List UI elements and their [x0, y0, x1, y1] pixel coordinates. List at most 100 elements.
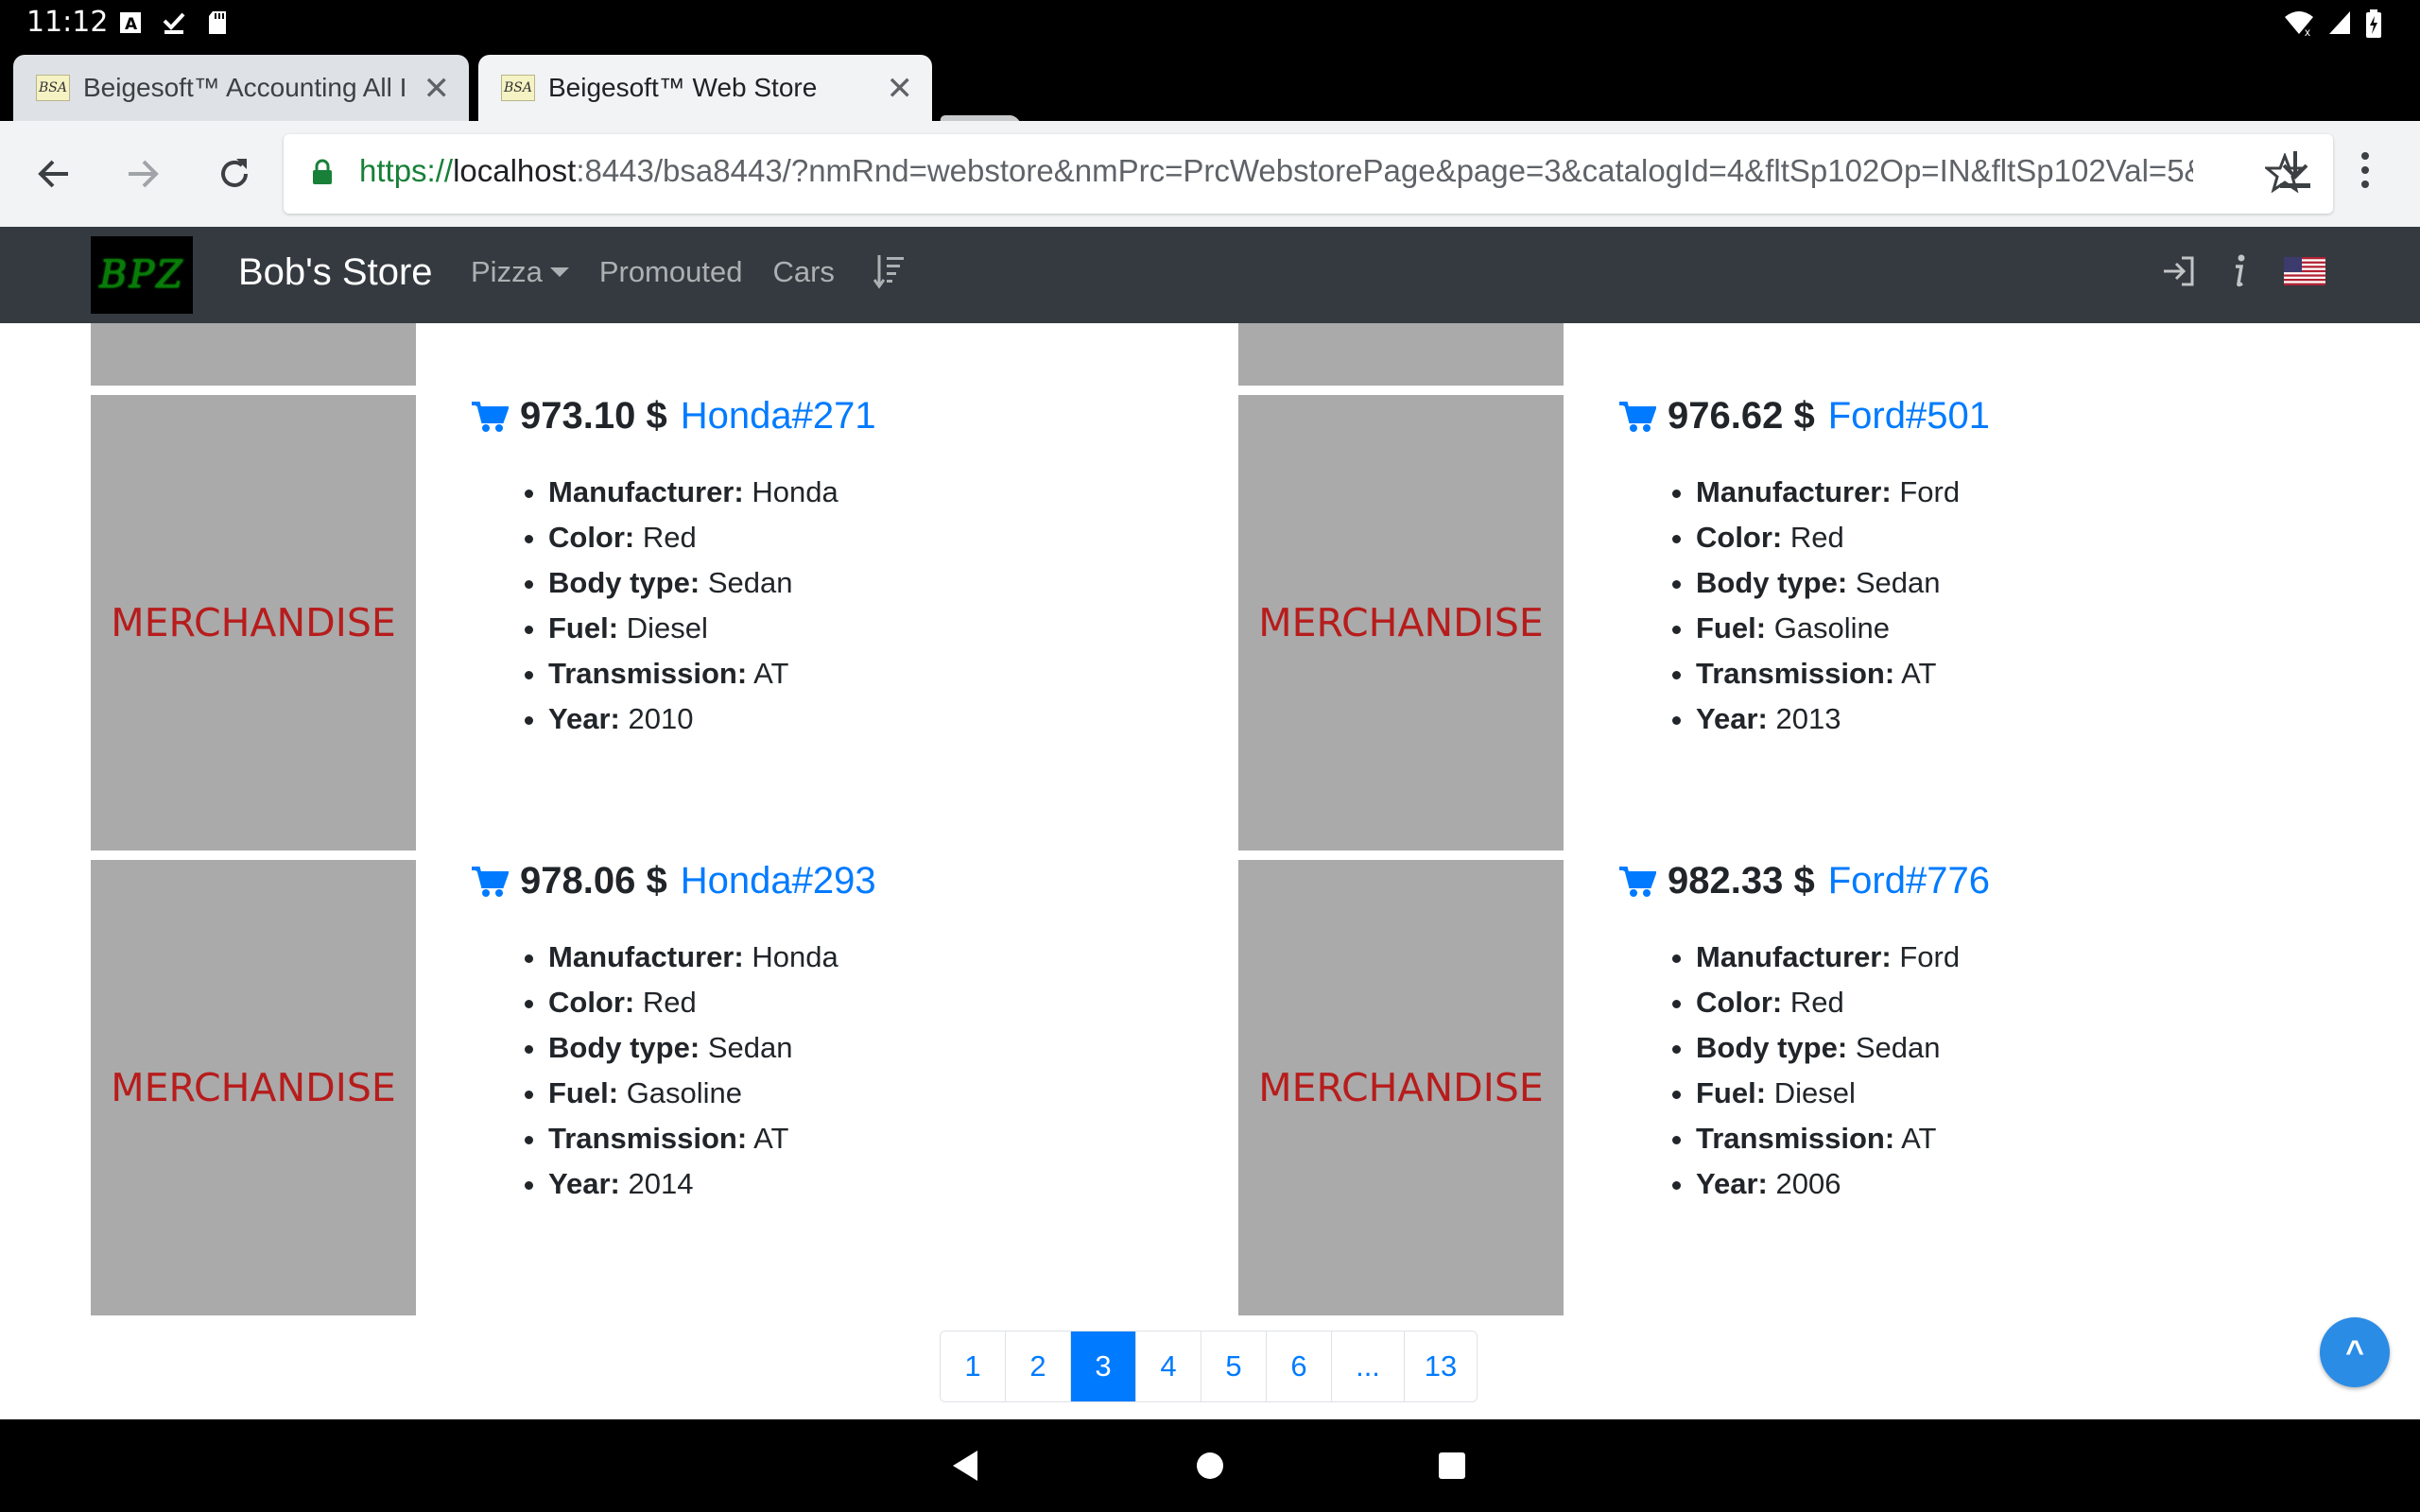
page-link-13[interactable]: 13	[1404, 1332, 1477, 1401]
svg-text:x: x	[2305, 26, 2310, 36]
product-image[interactable]: MERCHANDISE	[1238, 860, 1564, 1315]
spec-body-type: Body type: Sedan	[548, 560, 876, 606]
bsa-favicon-icon: BSA	[501, 75, 535, 101]
product-price: 973.10 $	[520, 395, 667, 437]
page-link-2[interactable]: 2	[1005, 1332, 1070, 1401]
spec-manufacturer: Manufacturer: Honda	[548, 935, 876, 980]
spec-fuel: Fuel: Gasoline	[548, 1071, 876, 1116]
spec-manufacturer: Manufacturer: Ford	[1696, 470, 1990, 515]
address-bar[interactable]: https://localhost:8443/bsa8443/?nmRnd=we…	[284, 134, 2333, 214]
spec-body-type: Body type: Sedan	[1696, 560, 1990, 606]
bsa-favicon-icon: BSA	[36, 75, 70, 101]
product-name-link[interactable]: Ford#501	[1828, 395, 1990, 438]
product-image-partial[interactable]	[1238, 323, 1564, 386]
product-image[interactable]: MERCHANDISE	[1238, 395, 1564, 850]
page-link-1[interactable]: 1	[941, 1332, 1005, 1401]
back-to-top-button[interactable]: ^	[2320, 1317, 2390, 1387]
add-to-cart-icon[interactable]	[1618, 866, 1656, 898]
browser-tab-webstore[interactable]: BSA Beigesoft™ Web Store ✕	[478, 55, 932, 121]
spec-manufacturer: Manufacturer: Honda	[548, 470, 876, 515]
sign-in-icon[interactable]	[2161, 254, 2195, 293]
product-image[interactable]: MERCHANDISE	[91, 395, 416, 850]
product-card: MERCHANDISE 973.10 $ Honda#271 Manufactu…	[91, 395, 1238, 850]
page-link-ellipsis[interactable]: ...	[1331, 1332, 1404, 1401]
back-arrow-icon[interactable]	[28, 149, 78, 198]
page-link-6[interactable]: 6	[1266, 1332, 1331, 1401]
tab-title: Beigesoft™ Web Store	[548, 73, 818, 102]
us-flag-icon[interactable]	[2284, 257, 2325, 290]
product-price: 978.06 $	[520, 860, 667, 902]
product-specs: Manufacturer: Ford Color: Red Body type:…	[1618, 470, 1990, 742]
spec-fuel: Fuel: Gasoline	[1696, 606, 1990, 651]
forward-arrow-icon[interactable]	[119, 149, 168, 198]
product-image-partial[interactable]	[91, 323, 416, 386]
spec-transmission: Transmission: AT	[1696, 651, 1990, 696]
product-specs: Manufacturer: Honda Color: Red Body type…	[471, 470, 876, 742]
keyboard-a-icon: A	[117, 9, 144, 36]
page-link-5[interactable]: 5	[1201, 1332, 1266, 1401]
android-recents-icon[interactable]	[1437, 1450, 1467, 1486]
spec-color: Color: Red	[1696, 980, 1990, 1025]
spec-transmission: Transmission: AT	[1696, 1116, 1990, 1161]
spec-color: Color: Red	[548, 980, 876, 1025]
sd-card-icon	[204, 9, 231, 36]
wifi-icon: x	[2284, 9, 2314, 43]
nav-promouted[interactable]: Promouted	[599, 255, 743, 289]
android-status-bar: 11:12 A x	[0, 0, 2420, 47]
url-text[interactable]: https://localhost:8443/bsa8443/?nmRnd=we…	[359, 153, 2193, 189]
tab-title: Beigesoft™ Accounting All In One	[83, 73, 405, 102]
spec-body-type: Body type: Sedan	[548, 1025, 876, 1071]
spec-year: Year: 2013	[1696, 696, 1990, 742]
product-image[interactable]: MERCHANDISE	[91, 860, 416, 1315]
product-list: MERCHANDISE 973.10 $ Honda#271 Manufactu…	[0, 323, 2420, 1419]
product-card: MERCHANDISE 978.06 $ Honda#293 Manufactu…	[91, 860, 1238, 1315]
download-icon[interactable]	[2276, 149, 2314, 196]
caret-down-icon	[549, 267, 569, 277]
page-link-3-active[interactable]: 3	[1070, 1332, 1135, 1401]
reload-icon[interactable]	[210, 149, 259, 198]
page-link-4[interactable]: 4	[1135, 1332, 1201, 1401]
product-name-link[interactable]: Ford#776	[1828, 860, 1990, 902]
product-name-link[interactable]: Honda#271	[681, 395, 876, 438]
svg-text:A: A	[125, 15, 138, 34]
product-price: 976.62 $	[1668, 395, 1815, 437]
close-tab-icon[interactable]: ✕	[887, 70, 914, 108]
browser-toolbar: https://localhost:8443/bsa8443/?nmRnd=we…	[0, 121, 2420, 227]
store-brand[interactable]: Bob's Store	[238, 251, 433, 294]
product-card: MERCHANDISE 982.33 $ Ford#776 Manufactur…	[1238, 860, 2386, 1315]
product-specs: Manufacturer: Honda Color: Red Body type…	[471, 935, 876, 1207]
product-name-link[interactable]: Honda#293	[681, 860, 876, 902]
close-tab-icon[interactable]: ✕	[424, 70, 451, 108]
site-navbar: BPZ Bob's Store Pizza Promouted Cars	[0, 227, 2420, 323]
browser-menu-icon[interactable]	[2360, 149, 2371, 196]
spec-transmission: Transmission: AT	[548, 651, 876, 696]
android-back-icon[interactable]	[951, 1450, 979, 1486]
info-icon[interactable]	[2231, 253, 2248, 294]
spec-transmission: Transmission: AT	[548, 1116, 876, 1161]
download-done-icon	[161, 9, 187, 36]
add-to-cart-icon[interactable]	[471, 866, 509, 898]
add-to-cart-icon[interactable]	[1618, 401, 1656, 433]
nav-cars[interactable]: Cars	[772, 255, 834, 289]
nav-pizza-dropdown[interactable]: Pizza	[471, 255, 569, 289]
android-nav-bar	[0, 1419, 2420, 1512]
android-home-icon[interactable]	[1195, 1450, 1225, 1486]
store-logo[interactable]: BPZ	[91, 236, 193, 314]
spec-fuel: Fuel: Diesel	[1696, 1071, 1990, 1116]
cell-signal-icon	[2327, 9, 2352, 43]
spec-manufacturer: Manufacturer: Ford	[1696, 935, 1990, 980]
spec-color: Color: Red	[548, 515, 876, 560]
spec-year: Year: 2006	[1696, 1161, 1990, 1207]
browser-tab-strip: BSA Beigesoft™ Accounting All In One ✕ B…	[0, 47, 2420, 155]
product-price: 982.33 $	[1668, 860, 1815, 902]
lock-icon	[312, 159, 333, 190]
add-to-cart-icon[interactable]	[471, 401, 509, 433]
pagination: 1 2 3 4 5 6 ... 13	[940, 1331, 1478, 1402]
browser-tab-accounting[interactable]: BSA Beigesoft™ Accounting All In One ✕	[13, 55, 469, 121]
sort-icon[interactable]	[873, 253, 906, 296]
spec-body-type: Body type: Sedan	[1696, 1025, 1990, 1071]
spec-year: Year: 2010	[548, 696, 876, 742]
spec-color: Color: Red	[1696, 515, 1990, 560]
product-specs: Manufacturer: Ford Color: Red Body type:…	[1618, 935, 1990, 1207]
battery-icon	[2365, 9, 2382, 43]
